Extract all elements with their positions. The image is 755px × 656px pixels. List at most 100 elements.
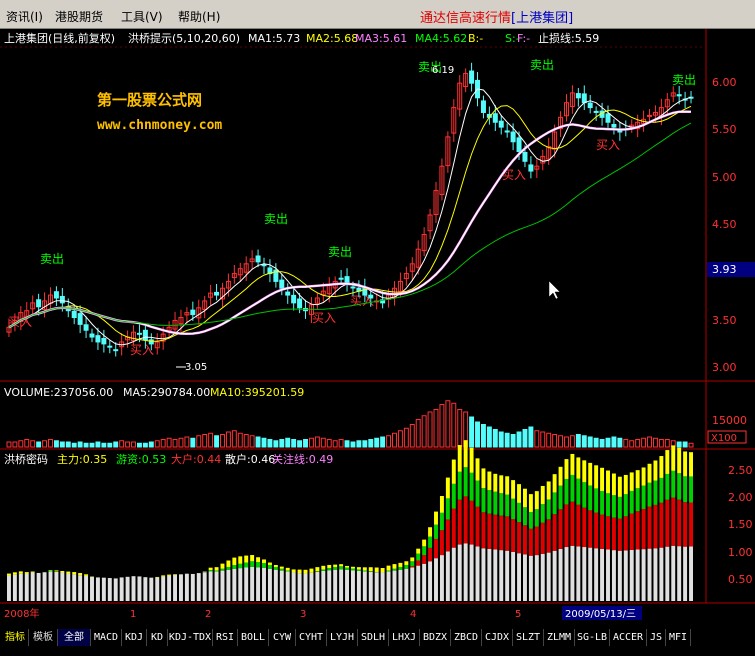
retail-bar: [689, 546, 693, 601]
retail-bar: [333, 569, 338, 601]
svg-text:5: 5: [515, 609, 521, 620]
main-force-bar: [398, 562, 403, 568]
tab-模板[interactable]: 模板: [29, 629, 58, 646]
hot-money-bar: [611, 495, 616, 518]
hot-money-bar: [511, 498, 516, 520]
hot-money-bar: [588, 485, 593, 511]
tab-accer[interactable]: ACCER: [610, 629, 647, 646]
retail-bar: [279, 570, 284, 601]
tab-cyw[interactable]: CYW: [269, 629, 296, 646]
retail-bar: [576, 546, 581, 601]
main-force-bar: [434, 511, 438, 525]
retail-bar: [30, 572, 35, 601]
retail-bar: [345, 569, 349, 601]
tab-sg-lb[interactable]: SG-LB: [575, 629, 610, 646]
main-force-bar: [327, 564, 332, 568]
main-force-bar: [582, 460, 587, 483]
hot-money-bar: [617, 496, 622, 519]
main-force-bar: [374, 567, 379, 572]
tab-mfi[interactable]: MFI: [666, 629, 691, 646]
volume-axis: 15000: [712, 414, 747, 427]
volume-bar: [95, 441, 101, 448]
retail-bar: [523, 554, 527, 601]
tab-指标[interactable]: 指标: [2, 629, 29, 646]
svg-text:6.00: 6.00: [712, 76, 737, 89]
volume-bar: [510, 434, 516, 448]
tab-boll[interactable]: BOLL: [238, 629, 269, 646]
main-force-bar: [24, 572, 29, 574]
sell-signal: 卖出: [264, 212, 288, 226]
hot-money-bar: [345, 567, 349, 570]
chart-area[interactable]: 上港集团(日线,前复权) 洪桥提示(5,10,20,60) MA1:5.73 M…: [0, 29, 755, 627]
main-force-bar: [523, 488, 527, 508]
volume-bar: [148, 441, 154, 448]
retail-bar: [262, 567, 266, 601]
tab-kdj-tdx[interactable]: KDJ-TDX: [168, 629, 213, 646]
tab-macd[interactable]: MACD: [91, 629, 122, 646]
tab-sdlh[interactable]: SDLH: [358, 629, 389, 646]
tab-zlmm[interactable]: ZLMM: [544, 629, 575, 646]
main-force-bar: [250, 555, 255, 562]
hot-money-bar: [362, 570, 367, 572]
ma3-label: MA3:5.61: [355, 32, 407, 45]
tab-zbcd[interactable]: ZBCD: [451, 629, 482, 646]
retail-bar: [445, 551, 450, 601]
big-holder-bar: [677, 499, 682, 547]
main-force-bar: [665, 450, 670, 474]
tab-js[interactable]: JS: [647, 629, 666, 646]
retail-bar: [315, 571, 320, 601]
retail-bar: [232, 568, 237, 601]
retail-bar: [540, 553, 545, 601]
volume-bar: [587, 436, 593, 448]
svg-text:3: 3: [300, 609, 306, 620]
hot-money-bar: [404, 565, 409, 569]
hot-money-bar: [285, 570, 290, 572]
retail-bar: [552, 550, 557, 601]
menu-help[interactable]: 帮助(H): [178, 8, 220, 25]
tab-lhxj[interactable]: LHXJ: [389, 629, 420, 646]
retail-bar: [374, 572, 379, 601]
volume-bar: [285, 437, 291, 448]
main-force-bar: [552, 474, 557, 493]
big-holder-bar: [546, 519, 551, 553]
menu-info[interactable]: 资讯(I): [6, 8, 43, 25]
tab-cyht[interactable]: CYHT: [296, 629, 327, 646]
buy-signal: 买入: [596, 138, 620, 152]
main-force-bar: [220, 563, 225, 569]
big-holder-bar: [428, 547, 433, 562]
volume-bar: [682, 441, 688, 448]
tab-kd[interactable]: KD: [147, 629, 168, 646]
tab-rsi[interactable]: RSI: [213, 629, 238, 646]
main-force-bar: [267, 562, 272, 566]
main-force-bar: [256, 557, 261, 563]
menu-tools[interactable]: 工具(V): [121, 8, 163, 25]
tab-kdj[interactable]: KDJ: [122, 629, 147, 646]
retail-bar: [36, 572, 41, 601]
big-holder-bar: [629, 513, 634, 550]
retail-bar: [570, 545, 575, 601]
tab-bdzx[interactable]: BDZX: [420, 629, 451, 646]
hot-money-bar: [439, 512, 444, 531]
main-force-bar: [78, 573, 83, 576]
f-label: F:-: [517, 32, 530, 45]
volume-bar: [593, 437, 599, 448]
retail-bar: [214, 571, 219, 601]
retail-bar: [84, 575, 89, 601]
tab-lyjh[interactable]: LYJH: [327, 629, 358, 646]
hot-money-bar: [653, 480, 658, 505]
retail-bar: [356, 570, 361, 601]
hot-money-bar: [339, 566, 344, 570]
retail-label: 散户:0.46: [225, 452, 275, 466]
menu-hk-futures[interactable]: 港股期货: [55, 8, 103, 25]
volume-bar: [279, 439, 285, 448]
tab-cjdx[interactable]: CJDX: [482, 629, 513, 646]
main-force-bar: [262, 559, 266, 564]
tab-slzt[interactable]: SLZT: [513, 629, 544, 646]
retail-bar: [220, 570, 225, 601]
volume-bar: [469, 416, 475, 448]
retail-bar: [90, 576, 94, 601]
tab-全部[interactable]: 全部: [58, 629, 91, 646]
volume-bar: [71, 442, 77, 448]
hot-money-bar: [647, 482, 652, 507]
main-force-bar: [611, 473, 616, 496]
